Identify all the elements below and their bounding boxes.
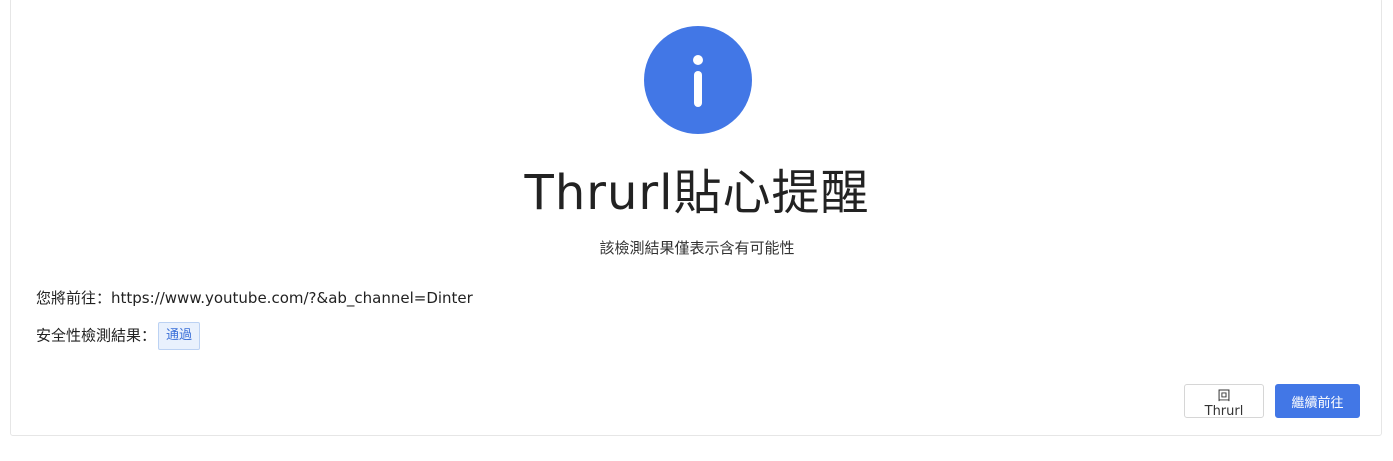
status-badge: 通過 <box>158 322 201 350</box>
safety-label: 安全性檢測結果： <box>36 326 157 345</box>
page-title: Thrurl貼心提醒 <box>524 165 870 221</box>
notice-card: Thrurl貼心提醒 該檢測結果僅表示含有可能性 您將前往：https://ww… <box>10 0 1382 436</box>
destination-url: https://www.youtube.com/?&ab_channel=Din… <box>111 289 473 307</box>
info-icon <box>644 26 752 134</box>
destination-label: 您將前往： <box>36 289 112 307</box>
back-to-thrurl-button[interactable]: 回Thrurl <box>1184 384 1264 419</box>
destination-row: 您將前往：https://www.youtube.com/?&ab_channe… <box>36 287 473 309</box>
safety-row: 安全性檢測結果： 通過 <box>36 322 201 350</box>
continue-button[interactable]: 繼續前往 <box>1275 384 1360 418</box>
notice-subtitle: 該檢測結果僅表示含有可能性 <box>599 239 795 257</box>
